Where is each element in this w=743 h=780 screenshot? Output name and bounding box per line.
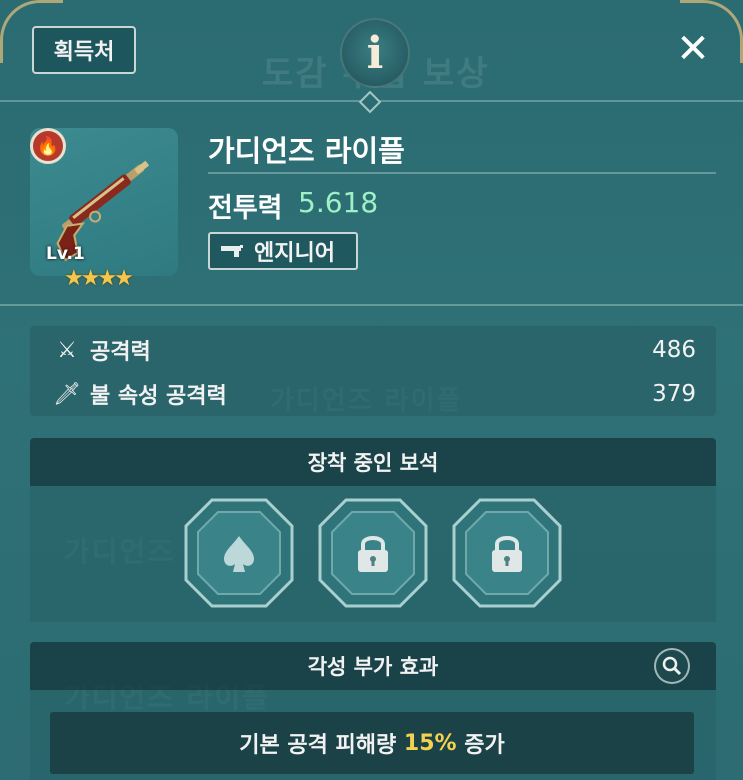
gun-icon	[221, 245, 243, 257]
info-button[interactable]: i	[340, 18, 410, 88]
item-level: Lv.1	[46, 244, 85, 264]
gem-slot-empty[interactable]	[182, 496, 296, 610]
name-underline	[208, 172, 716, 174]
item-name: 가디언즈 라이플	[208, 134, 405, 168]
stat-label: 불 속성 공격력	[90, 384, 227, 409]
combat-power-label: 전투력	[208, 193, 283, 224]
search-icon	[662, 656, 682, 676]
item-detail-panel: 도감 수집 보상 가디언즈 라이플 가디언즈 라이플 가디언즈 라이플 획득처 …	[0, 0, 743, 780]
acquisition-source-button[interactable]: 획득처	[32, 26, 136, 74]
info-icon: i	[366, 27, 384, 79]
fire-element-icon: 🔥	[30, 128, 66, 164]
stat-value: 486	[652, 337, 696, 363]
awakening-effect: 기본 공격 피해량 15% 증가	[50, 712, 694, 774]
gems-section-title: 장착 중인 보석	[307, 451, 439, 475]
stat-row-attack: ⚔ 공격력 486	[30, 330, 716, 370]
stat-value: 379	[652, 381, 696, 407]
stat-label: 공격력	[90, 340, 151, 365]
stats-panel: ⚔ 공격력 486 🗡 불 속성 공격력 379	[30, 326, 716, 416]
close-icon: ✕	[676, 26, 710, 72]
gem-slot-locked[interactable]	[316, 496, 430, 610]
close-button[interactable]: ✕	[670, 26, 716, 72]
stat-row-fire-attack: 🗡 불 속성 공격력 379	[30, 374, 716, 414]
gem-slot-locked[interactable]	[450, 496, 564, 610]
awakening-section-header: 각성 부가 효과	[30, 642, 716, 690]
crossed-swords-icon: ⚔	[57, 337, 77, 363]
awakening-section-title: 각성 부가 효과	[307, 655, 439, 679]
class-label: 엔지니어	[254, 241, 335, 266]
effect-value: 15%	[403, 730, 457, 756]
section-divider	[0, 304, 743, 306]
combat-power-value: 5.618	[298, 186, 379, 219]
fire-sword-icon: 🗡	[53, 381, 81, 407]
acquisition-source-label: 획득처	[53, 40, 115, 65]
class-tag: 엔지니어	[208, 232, 358, 270]
awakening-search-button[interactable]	[654, 648, 690, 684]
effect-text-prefix: 기본 공격 피해량	[239, 733, 404, 758]
gems-section-header: 장착 중인 보석	[30, 438, 716, 486]
star-rating: ★★★★	[64, 266, 134, 291]
effect-text-suffix: 증가	[456, 733, 505, 758]
